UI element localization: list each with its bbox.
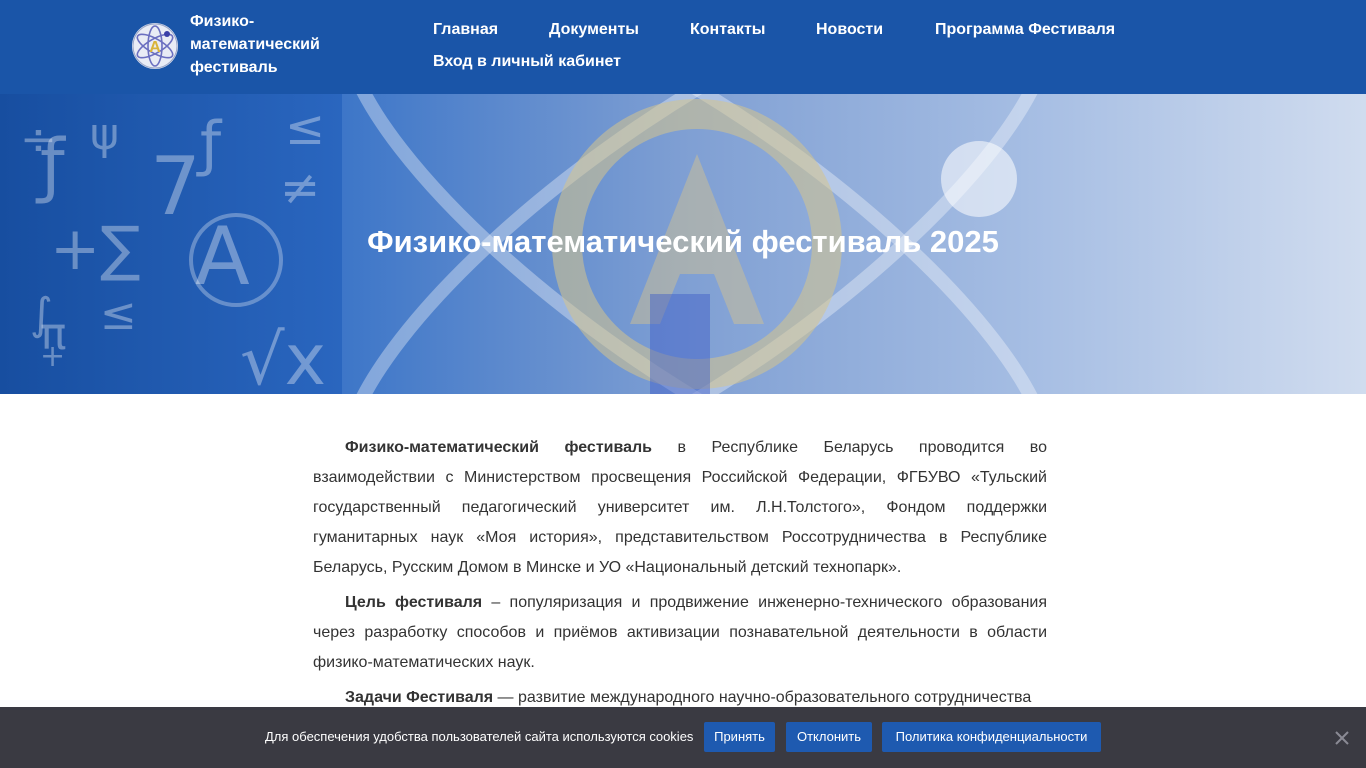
cookie-policy-button[interactable]: Политика конфиденциальности bbox=[882, 722, 1101, 752]
svg-text:≤: ≤ bbox=[285, 100, 325, 156]
paragraph-tasks-bold: Задачи Фестиваля bbox=[345, 689, 494, 706]
paragraph-tasks-text: — развитие международного научно-образов… bbox=[493, 689, 1032, 706]
svg-text:A: A bbox=[149, 39, 161, 56]
svg-text:ƒ: ƒ bbox=[35, 124, 66, 206]
nav-item-home[interactable]: Главная bbox=[433, 14, 498, 46]
svg-text:+: + bbox=[40, 339, 65, 374]
cookie-accept-button[interactable]: Принять bbox=[704, 722, 775, 752]
svg-text:7: 7 bbox=[150, 140, 201, 233]
brand-line-2: математический bbox=[190, 36, 320, 53]
site-header: A Физико- математический фестиваль Главн… bbox=[0, 0, 1366, 94]
svg-text:ƒ: ƒ bbox=[196, 109, 223, 179]
hero-banner: ÷ ƒ ψ 7 ƒ ≤ ≠ +∑ A ∫ ≤ π √x + Физико-мат… bbox=[0, 94, 1366, 394]
nav-item-documents[interactable]: Документы bbox=[549, 14, 639, 46]
svg-text:√x: √x bbox=[240, 319, 326, 394]
nav-item-news[interactable]: Новости bbox=[816, 14, 883, 46]
paragraph-goal: Цель фестиваля – популяризация и продвиж… bbox=[313, 588, 1047, 678]
brand-line-3: фестиваль bbox=[190, 59, 278, 76]
cookie-decline-button[interactable]: Отклонить bbox=[786, 722, 872, 752]
close-icon[interactable] bbox=[1333, 729, 1351, 747]
hero-title: Физико-математический фестиваль 2025 bbox=[367, 224, 999, 259]
intro-text: Физико-математический фестиваль в Респуб… bbox=[313, 433, 1047, 718]
nav-item-login[interactable]: Вход в личный кабинет bbox=[433, 46, 621, 78]
paragraph-goal-bold: Цель фестиваля bbox=[345, 594, 483, 611]
nav-item-contacts[interactable]: Контакты bbox=[690, 14, 765, 46]
brand-line-1: Физико- bbox=[190, 13, 255, 30]
festival-logo-icon[interactable]: A bbox=[131, 22, 179, 70]
svg-text:ψ: ψ bbox=[90, 109, 119, 160]
svg-text:≠: ≠ bbox=[280, 160, 320, 216]
cookie-text: Для обеспечения удобства пользователей с… bbox=[265, 729, 694, 744]
nav-item-program[interactable]: Программа Фестиваля bbox=[935, 14, 1115, 46]
paragraph-about: Физико-математический фестиваль в Респуб… bbox=[313, 433, 1047, 583]
paragraph-about-text: в Республике Беларусь проводится во взаи… bbox=[313, 439, 1048, 576]
svg-text:≤: ≤ bbox=[100, 289, 137, 340]
paragraph-about-bold: Физико-математический фестиваль bbox=[345, 439, 653, 456]
cookie-notice: Для обеспечения удобства пользователей с… bbox=[0, 707, 1366, 768]
site-brand[interactable]: Физико- математический фестиваль bbox=[190, 10, 390, 79]
